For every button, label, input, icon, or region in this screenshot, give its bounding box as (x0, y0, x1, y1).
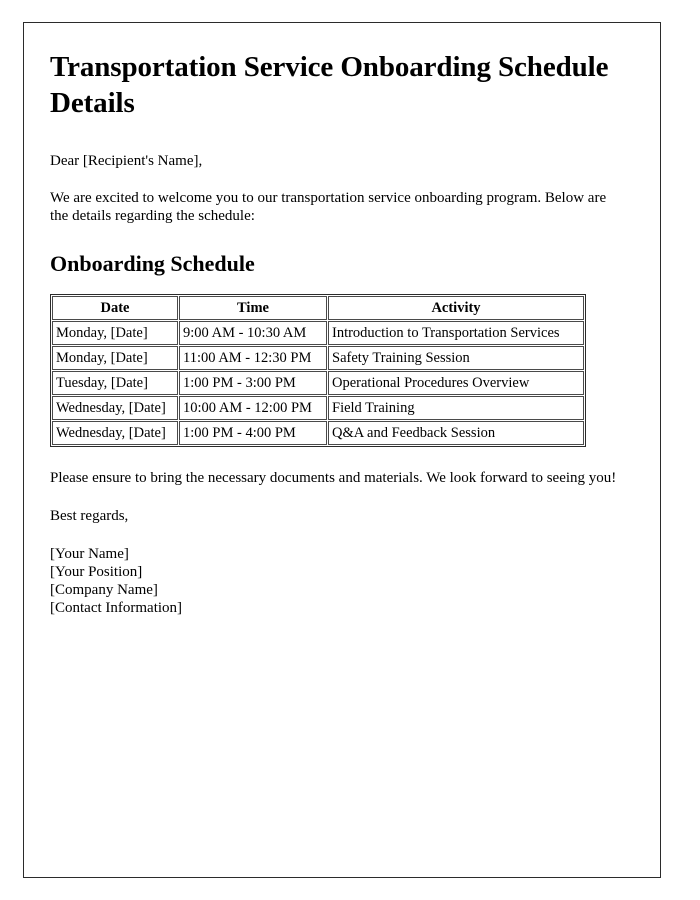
regards-text: Best regards, (50, 508, 129, 524)
section-heading-onboarding-schedule: Onboarding Schedule (50, 251, 255, 276)
column-header-time: Time (179, 296, 327, 320)
table-row: Wednesday, [Date] 1:00 PM - 4:00 PM Q&A … (52, 421, 584, 445)
page-title: Transportation Service Onboarding Schedu… (50, 51, 609, 119)
table-header-row: Date Time Activity (52, 296, 584, 320)
column-header-date: Date (52, 296, 178, 320)
signature-company: [Company Name] (50, 582, 158, 598)
cell-date: Wednesday, [Date] (52, 421, 178, 445)
schedule-table-container: Date Time Activity Monday, [Date] 9:00 A… (50, 294, 634, 447)
cell-time: 10:00 AM - 12:00 PM (179, 396, 327, 420)
table-body: Monday, [Date] 9:00 AM - 10:30 AM Introd… (52, 321, 584, 445)
cell-time: 11:00 AM - 12:30 PM (179, 346, 327, 370)
salutation-text: Dear [Recipient's Name], (50, 153, 203, 169)
cell-time: 1:00 PM - 3:00 PM (179, 371, 327, 395)
cell-date: Tuesday, [Date] (52, 371, 178, 395)
cell-activity: Field Training (328, 396, 584, 420)
table-row: Tuesday, [Date] 1:00 PM - 3:00 PM Operat… (52, 371, 584, 395)
onboarding-schedule-table: Date Time Activity Monday, [Date] 9:00 A… (50, 294, 586, 447)
cell-date: Wednesday, [Date] (52, 396, 178, 420)
intro-paragraph: We are excited to welcome you to our tra… (50, 190, 607, 224)
cell-date: Monday, [Date] (52, 321, 178, 345)
cell-time: 1:00 PM - 4:00 PM (179, 421, 327, 445)
table-row: Monday, [Date] 9:00 AM - 10:30 AM Introd… (52, 321, 584, 345)
signature-position: [Your Position] (50, 564, 143, 580)
signature-name: [Your Name] (50, 546, 129, 562)
document-page: Transportation Service Onboarding Schedu… (23, 22, 661, 878)
cell-activity: Operational Procedures Overview (328, 371, 584, 395)
signature-block: [Your Name] [Your Position] [Company Nam… (50, 545, 634, 617)
cell-date: Monday, [Date] (52, 346, 178, 370)
signature-contact: [Contact Information] (50, 600, 183, 616)
closing-paragraph: Please ensure to bring the necessary doc… (50, 470, 617, 486)
document-body: Transportation Service Onboarding Schedu… (24, 23, 660, 617)
cell-activity: Introduction to Transportation Services (328, 321, 584, 345)
cell-time: 9:00 AM - 10:30 AM (179, 321, 327, 345)
cell-activity: Safety Training Session (328, 346, 584, 370)
column-header-activity: Activity (328, 296, 584, 320)
table-row: Monday, [Date] 11:00 AM - 12:30 PM Safet… (52, 346, 584, 370)
table-row: Wednesday, [Date] 10:00 AM - 12:00 PM Fi… (52, 396, 584, 420)
cell-activity: Q&A and Feedback Session (328, 421, 584, 445)
table-header: Date Time Activity (52, 296, 584, 320)
